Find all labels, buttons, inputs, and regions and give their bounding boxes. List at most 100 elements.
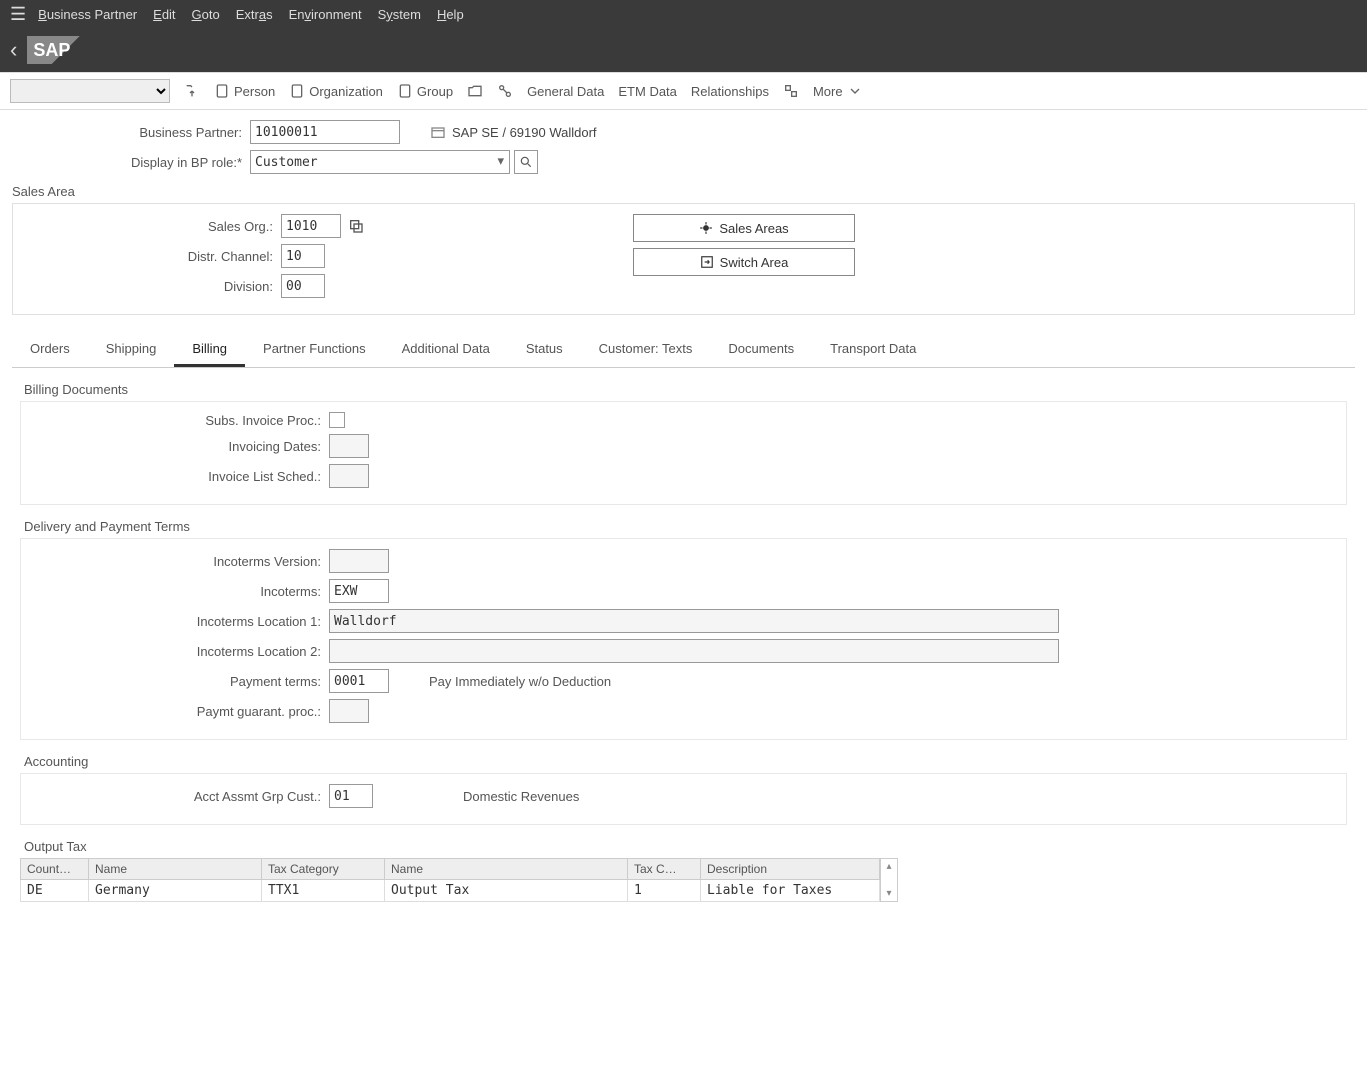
incoterms-input[interactable] <box>329 579 389 603</box>
table-scrollbar[interactable]: ▴ ▾ <box>880 858 898 902</box>
more-button[interactable]: More <box>813 83 863 99</box>
switch-icon <box>700 255 714 269</box>
col-tax-category[interactable]: Tax Category <box>262 859 385 880</box>
bp-label: Business Partner: <box>12 125 250 140</box>
organization-button[interactable]: Organization <box>289 83 383 99</box>
cell-description: Liable for Taxes <box>701 880 880 902</box>
col-country[interactable]: Count… <box>21 859 89 880</box>
scroll-down-icon[interactable]: ▾ <box>886 888 891 899</box>
payment-terms-label: Payment terms: <box>21 674 329 689</box>
col-tax-class[interactable]: Tax C… <box>628 859 701 880</box>
output-tax-table: Count… Name Tax Category Name Tax C… Des… <box>20 858 880 902</box>
distr-channel-input[interactable] <box>281 244 325 268</box>
acct-grp-label: Acct Assmt Grp Cust.: <box>21 789 329 804</box>
col-description[interactable]: Description <box>701 859 880 880</box>
tab-customer-texts[interactable]: Customer: Texts <box>581 333 711 367</box>
table-row[interactable]: DE Germany TTX1 Output Tax 1 Liable for … <box>21 880 880 902</box>
role-dropdown[interactable] <box>250 150 510 174</box>
menu-extras[interactable]: Extras <box>236 7 273 22</box>
payment-terms-desc: Pay Immediately w/o Deduction <box>429 674 611 689</box>
back-button[interactable]: ‹ <box>10 37 17 63</box>
cell-name: Germany <box>89 880 262 902</box>
display-change-icon[interactable] <box>184 83 200 99</box>
tab-documents[interactable]: Documents <box>710 333 812 367</box>
acct-grp-input[interactable] <box>329 784 373 808</box>
toolbar: Person Organization Group General Data E… <box>0 72 1367 110</box>
tab-shipping[interactable]: Shipping <box>88 333 175 367</box>
tab-partner-functions[interactable]: Partner Functions <box>245 333 384 367</box>
incoterms-loc1-input[interactable] <box>329 609 1059 633</box>
tab-additional-data[interactable]: Additional Data <box>384 333 508 367</box>
invoicing-dates-input[interactable] <box>329 434 369 458</box>
sales-areas-button[interactable]: Sales Areas <box>633 214 855 242</box>
acct-grp-desc: Domestic Revenues <box>463 789 579 804</box>
tab-orders[interactable]: Orders <box>12 333 88 367</box>
scroll-up-icon[interactable]: ▴ <box>886 861 891 872</box>
tab-strip: Orders Shipping Billing Partner Function… <box>12 333 1355 368</box>
incoterms-loc2-label: Incoterms Location 2: <box>21 644 329 659</box>
distr-channel-label: Distr. Channel: <box>13 249 281 264</box>
incoterms-version-label: Incoterms Version: <box>21 554 329 569</box>
role-search-button[interactable] <box>514 150 538 174</box>
cell-tax-category: TTX1 <box>262 880 385 902</box>
division-label: Division: <box>13 279 281 294</box>
division-input[interactable] <box>281 274 325 298</box>
sales-areas-icon <box>699 221 713 235</box>
paymt-guarant-label: Paymt guarant. proc.: <box>21 704 329 719</box>
relationships-button[interactable]: Relationships <box>691 84 769 99</box>
payment-terms-input[interactable] <box>329 669 389 693</box>
col-category-name[interactable]: Name <box>385 859 628 880</box>
open-icon[interactable] <box>467 83 483 99</box>
bp-selector-dropdown[interactable] <box>10 79 170 103</box>
menu-edit[interactable]: Edit <box>153 7 175 22</box>
menu-business-partner[interactable]: Business Partner <box>38 7 137 22</box>
tab-billing[interactable]: Billing <box>174 333 245 367</box>
relationship-icon[interactable] <box>497 83 513 99</box>
valuehelp-icon <box>348 218 364 234</box>
settings-icon[interactable] <box>783 83 799 99</box>
incoterms-loc1-label: Incoterms Location 1: <box>21 614 329 629</box>
incoterms-loc2-input[interactable] <box>329 639 1059 663</box>
menu-environment[interactable]: Environment <box>289 7 362 22</box>
incoterms-version-input[interactable] <box>329 549 389 573</box>
bp-description: SAP SE / 69190 Walldorf <box>430 124 597 140</box>
cell-country: DE <box>21 880 89 902</box>
billing-documents-title: Billing Documents <box>24 382 1355 397</box>
invoice-list-sched-label: Invoice List Sched.: <box>21 469 329 484</box>
tab-transport-data[interactable]: Transport Data <box>812 333 934 367</box>
subs-invoice-label: Subs. Invoice Proc.: <box>21 413 329 428</box>
app-header: ‹ SAP <box>0 28 1367 72</box>
company-icon <box>430 124 446 140</box>
magnifier-icon <box>519 155 533 169</box>
menu-toggle-icon[interactable]: ☰ <box>10 4 26 25</box>
invoicing-dates-label: Invoicing Dates: <box>21 439 329 454</box>
menu-bar: ☰ Business Partner Edit Goto Extras Envi… <box>0 0 1367 28</box>
output-tax-title: Output Tax <box>24 839 1355 854</box>
menu-help[interactable]: Help <box>437 7 464 22</box>
tab-status[interactable]: Status <box>508 333 581 367</box>
billing-documents-section: Subs. Invoice Proc.: Invoicing Dates: In… <box>20 401 1347 505</box>
sales-org-label: Sales Org.: <box>13 219 281 234</box>
menu-goto[interactable]: Goto <box>192 7 220 22</box>
delivery-payment-section: Incoterms Version: Incoterms: Incoterms … <box>20 538 1347 740</box>
bp-number-input[interactable] <box>250 120 400 144</box>
sales-org-input[interactable] <box>281 214 341 238</box>
sap-logo: SAP <box>27 36 105 64</box>
switch-area-button[interactable]: Switch Area <box>633 248 855 276</box>
sales-area-section: Sales Org.: Distr. Channel: Division: Sa… <box>12 203 1355 315</box>
menu-system[interactable]: System <box>378 7 421 22</box>
accounting-section: Acct Assmt Grp Cust.: Domestic Revenues <box>20 773 1347 825</box>
general-data-button[interactable]: General Data <box>527 84 604 99</box>
col-name[interactable]: Name <box>89 859 262 880</box>
invoice-list-sched-input[interactable] <box>329 464 369 488</box>
sales-org-valuehelp[interactable] <box>345 215 367 237</box>
cell-tax-class: 1 <box>628 880 701 902</box>
person-button[interactable]: Person <box>214 83 275 99</box>
subs-invoice-checkbox[interactable] <box>329 412 345 428</box>
sales-area-title: Sales Area <box>12 184 1355 199</box>
group-button[interactable]: Group <box>397 83 453 99</box>
cell-category-name: Output Tax <box>385 880 628 902</box>
etm-data-button[interactable]: ETM Data <box>618 84 677 99</box>
paymt-guarant-input[interactable] <box>329 699 369 723</box>
role-label: Display in BP role:* <box>12 155 250 170</box>
